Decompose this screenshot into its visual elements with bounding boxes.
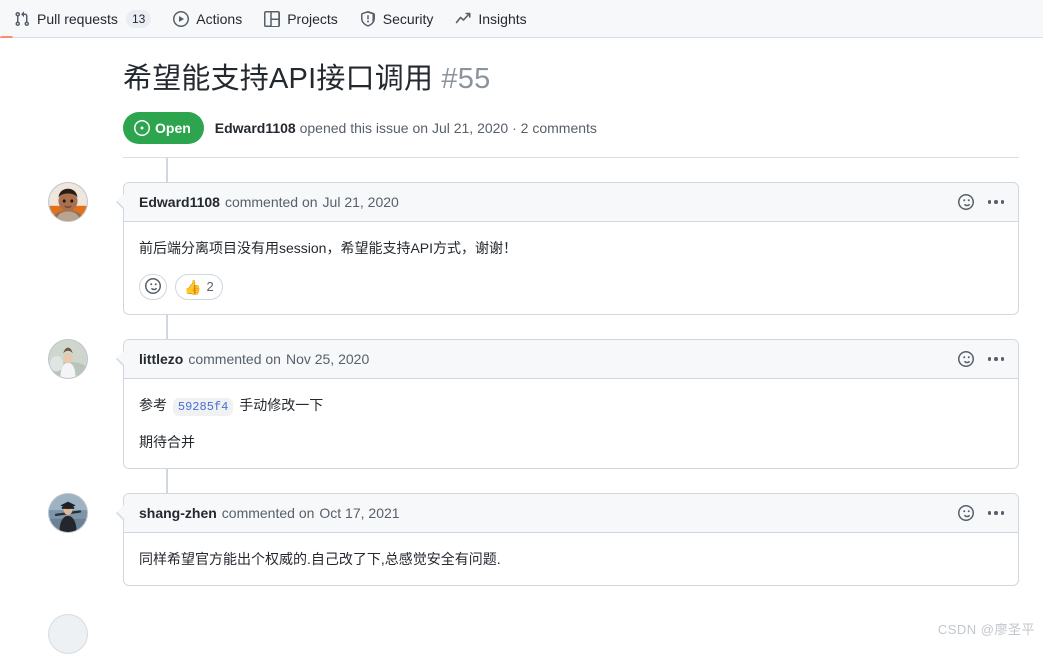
table-layout-icon <box>264 11 280 27</box>
comment-body: 参考 59285f4 手动修改一下 期待合并 <box>124 379 1018 468</box>
comment-reactions: 👍 2 <box>124 274 1018 314</box>
add-reaction-icon[interactable] <box>958 351 974 367</box>
paragraph-text-after: 手动修改一下 <box>235 397 323 413</box>
comment-box: littlezo commented on Nov 25, 2020 <box>123 339 1019 469</box>
nav-item-insights[interactable]: Insights <box>455 11 526 27</box>
issue-opened-icon <box>134 120 150 136</box>
pull-requests-count-badge: 13 <box>126 10 151 28</box>
nav-item-insights-label: Insights <box>478 12 526 26</box>
issue-page: 希望能支持API接口调用 #55 Open Edward1108 opened … <box>0 38 1043 632</box>
issue-number: #55 <box>441 63 490 95</box>
comment-author-link[interactable]: shang-zhen <box>139 505 217 521</box>
issue-title-text: 希望能支持API接口调用 <box>123 63 433 95</box>
comment-body: 前后端分离项目没有用session，希望能支持API方式，谢谢！ <box>124 222 1018 274</box>
avatar[interactable] <box>48 339 88 379</box>
add-reaction-icon[interactable] <box>958 194 974 210</box>
comment-header-actions <box>958 351 1005 367</box>
nav-item-projects-label: Projects <box>287 12 338 26</box>
nav-item-projects[interactable]: Projects <box>264 11 338 27</box>
avatar[interactable] <box>48 493 88 533</box>
comment-date[interactable]: Jul 21, 2020 <box>323 194 399 210</box>
git-pull-request-icon <box>14 11 30 27</box>
thumbs-up-icon: 👍 <box>184 280 201 294</box>
comment-header: Edward1108 commented on Jul 21, 2020 <box>124 183 1018 222</box>
issue-opened-date: Jul 21, 2020 <box>432 120 508 136</box>
comment-body: 同样希望官方能出个权威的.自己改了下,总感觉安全有问题. <box>124 533 1018 585</box>
avatar[interactable] <box>48 182 88 222</box>
status-badge[interactable]: Open <box>123 112 204 144</box>
issue-header: 希望能支持API接口调用 #55 Open Edward1108 opened … <box>24 38 1019 157</box>
repository-nav-bar: Pull requests 13 Actions Projects Securi… <box>0 0 1043 38</box>
comment-box: Edward1108 commented on Jul 21, 2020 <box>123 182 1019 315</box>
nav-item-actions-label: Actions <box>196 12 242 26</box>
comment-paragraph: 前后端分离项目没有用session，希望能支持API方式，谢谢！ <box>139 238 1003 260</box>
comment-options-kebab-icon[interactable] <box>988 200 1005 204</box>
nav-item-security[interactable]: Security <box>360 11 434 27</box>
comment-paragraph: 同样希望官方能出个权威的.自己改了下,总感觉安全有问题. <box>139 549 1003 571</box>
issue-meta-row: Open Edward1108 opened this issue on Jul… <box>123 112 1019 157</box>
nav-item-security-label: Security <box>383 12 434 26</box>
timeline-comment: littlezo commented on Nov 25, 2020 <box>123 315 1019 469</box>
smiley-face-icon <box>145 278 161 296</box>
comment-action-text: commented on <box>225 194 318 210</box>
comment-options-kebab-icon[interactable] <box>988 357 1005 361</box>
timeline-comment: Edward1108 commented on Jul 21, 2020 <box>123 158 1019 315</box>
issue-comments-summary: · 2 comments <box>508 120 597 136</box>
next-timeline-item-partial <box>24 586 1019 632</box>
thumbs-up-reaction-count: 2 <box>206 280 213 293</box>
issue-meta-middle: opened this issue on <box>296 120 432 136</box>
nav-item-pull-requests[interactable]: Pull requests 13 <box>14 10 151 28</box>
comment-author-link[interactable]: littlezo <box>139 351 183 367</box>
paragraph-text-before: 参考 <box>139 397 171 413</box>
comment-header: littlezo commented on Nov 25, 2020 <box>124 340 1018 379</box>
issue-timeline: Edward1108 commented on Jul 21, 2020 <box>24 158 1019 586</box>
issue-author-link[interactable]: Edward1108 <box>215 120 296 136</box>
comment-paragraph: 期待合并 <box>139 432 1003 454</box>
nav-item-actions[interactable]: Actions <box>173 11 242 27</box>
comment-box: shang-zhen commented on Oct 17, 2021 <box>123 493 1019 586</box>
timeline-comment: shang-zhen commented on Oct 17, 2021 <box>123 469 1019 586</box>
comment-action-text: commented on <box>222 505 315 521</box>
avatar[interactable] <box>48 614 88 654</box>
thumbs-up-reaction-button[interactable]: 👍 2 <box>175 274 223 300</box>
comment-header-actions <box>958 505 1005 521</box>
shield-icon <box>360 11 376 27</box>
commit-reference-link[interactable]: 59285f4 <box>173 398 233 416</box>
comment-options-kebab-icon[interactable] <box>988 511 1005 515</box>
add-reaction-icon[interactable] <box>958 505 974 521</box>
comment-header-actions <box>958 194 1005 210</box>
comment-header: shang-zhen commented on Oct 17, 2021 <box>124 494 1018 533</box>
page-title: 希望能支持API接口调用 #55 <box>123 61 1019 98</box>
comment-paragraph: 参考 59285f4 手动修改一下 <box>139 395 1003 417</box>
comment-action-text: commented on <box>188 351 281 367</box>
add-reaction-button[interactable] <box>139 274 167 300</box>
active-tab-indicator <box>0 36 13 38</box>
nav-item-pull-requests-label: Pull requests <box>37 12 118 26</box>
comment-author-link[interactable]: Edward1108 <box>139 194 220 210</box>
comment-date[interactable]: Oct 17, 2021 <box>319 505 399 521</box>
watermark: CSDN @廖圣平 <box>938 619 1035 638</box>
comment-date[interactable]: Nov 25, 2020 <box>286 351 369 367</box>
play-circle-icon <box>173 11 189 27</box>
graph-icon <box>455 11 471 27</box>
issue-meta-text: Edward1108 opened this issue on Jul 21, … <box>215 118 597 139</box>
status-badge-label: Open <box>155 121 191 135</box>
